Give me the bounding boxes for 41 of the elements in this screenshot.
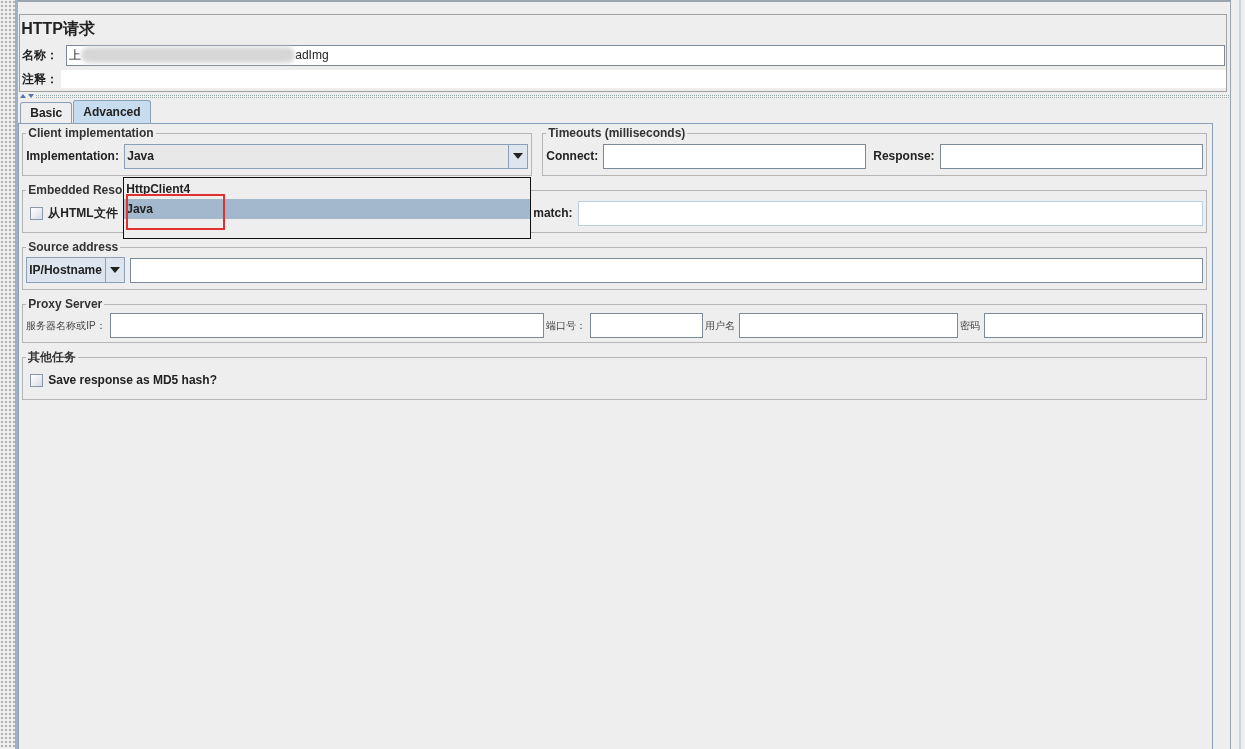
field-label: 用户名: [704, 318, 735, 333]
splitter-arrows-icon[interactable]: [19, 93, 36, 99]
tab[interactable]: Advanced: [73, 100, 151, 123]
field-label: 密码: [959, 318, 980, 333]
dropdown[interactable]: Java: [124, 143, 529, 169]
field-label: 服务器名称或IP：: [26, 318, 106, 333]
checkbox[interactable]: [30, 206, 44, 220]
field-label: Response:: [873, 148, 935, 165]
field-label: 注释：: [21, 71, 60, 88]
group-title: Embedded Reso: [27, 182, 124, 199]
field-value: adImg: [295, 47, 329, 64]
field-label: 端口号：: [545, 318, 586, 333]
group-title: Source address: [27, 239, 120, 256]
input-field[interactable]: [589, 312, 703, 338]
input-field[interactable]: [130, 257, 1203, 283]
input-field[interactable]: [603, 143, 867, 169]
input-field[interactable]: [983, 312, 1203, 338]
splitter[interactable]: [0, 0, 19, 749]
field-value: 上: [69, 47, 82, 64]
input-field[interactable]: [939, 143, 1203, 169]
field-label: match:: [533, 205, 573, 222]
input-field[interactable]: [61, 70, 1226, 88]
group-title: Proxy Server: [27, 296, 104, 313]
field-label: 名称：: [21, 47, 60, 64]
group-title: 其他任务: [27, 349, 78, 366]
checkbox-label: Save response as MD5 hash?: [48, 372, 217, 389]
group-title: Timeouts (milliseconds): [547, 125, 687, 142]
panel-title: HTTP请求: [20, 19, 96, 39]
checkbox-label: 从HTML文件: [48, 205, 118, 222]
field-label: Implementation:: [26, 148, 120, 165]
input-field[interactable]: 上 adImg: [66, 44, 1225, 66]
dropdown-option[interactable]: HttpClient4: [124, 179, 531, 199]
dropdown-option[interactable]: Java: [124, 199, 531, 219]
field-label: Connect:: [546, 148, 599, 165]
input-field[interactable]: [109, 312, 544, 338]
group-title: Client implementation: [27, 125, 155, 142]
input-field[interactable]: [577, 200, 1203, 226]
dropdown[interactable]: IP/Hostname: [26, 257, 126, 283]
checkbox[interactable]: [30, 373, 44, 387]
input-field[interactable]: [738, 312, 958, 338]
tab[interactable]: Basic: [20, 102, 73, 123]
